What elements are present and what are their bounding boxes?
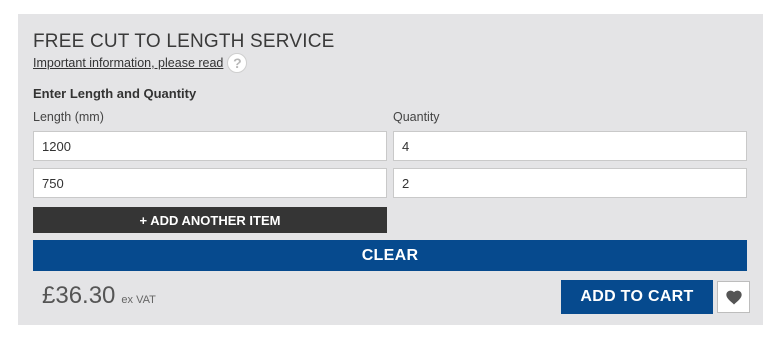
quantity-input-2[interactable] [393,168,747,198]
question-mark-icon[interactable]: ? [227,53,248,73]
price-display: £36.30 ex VAT [42,282,156,310]
service-title: FREE CUT TO LENGTH SERVICE [33,31,335,52]
cut-to-length-panel: FREE CUT TO LENGTH SERVICE Important inf… [18,14,763,325]
quantity-input-1[interactable] [393,131,747,161]
add-another-item-button[interactable]: + ADD ANOTHER ITEM [33,207,387,233]
wishlist-button[interactable] [717,281,750,313]
price-amount: £36.30 [42,282,116,309]
length-label: Length (mm) [33,110,104,124]
info-row: Important information, please read ? [33,53,248,73]
clear-button[interactable]: CLEAR [33,240,747,271]
heart-icon [725,290,742,304]
length-input-2[interactable] [33,168,387,198]
section-label: Enter Length and Quantity [33,86,197,101]
important-info-link[interactable]: Important information, please read [33,56,223,70]
add-to-cart-button[interactable]: ADD TO CART [561,280,713,314]
quantity-label: Quantity [393,110,440,124]
length-input-1[interactable] [33,131,387,161]
vat-note: ex VAT [121,294,156,306]
